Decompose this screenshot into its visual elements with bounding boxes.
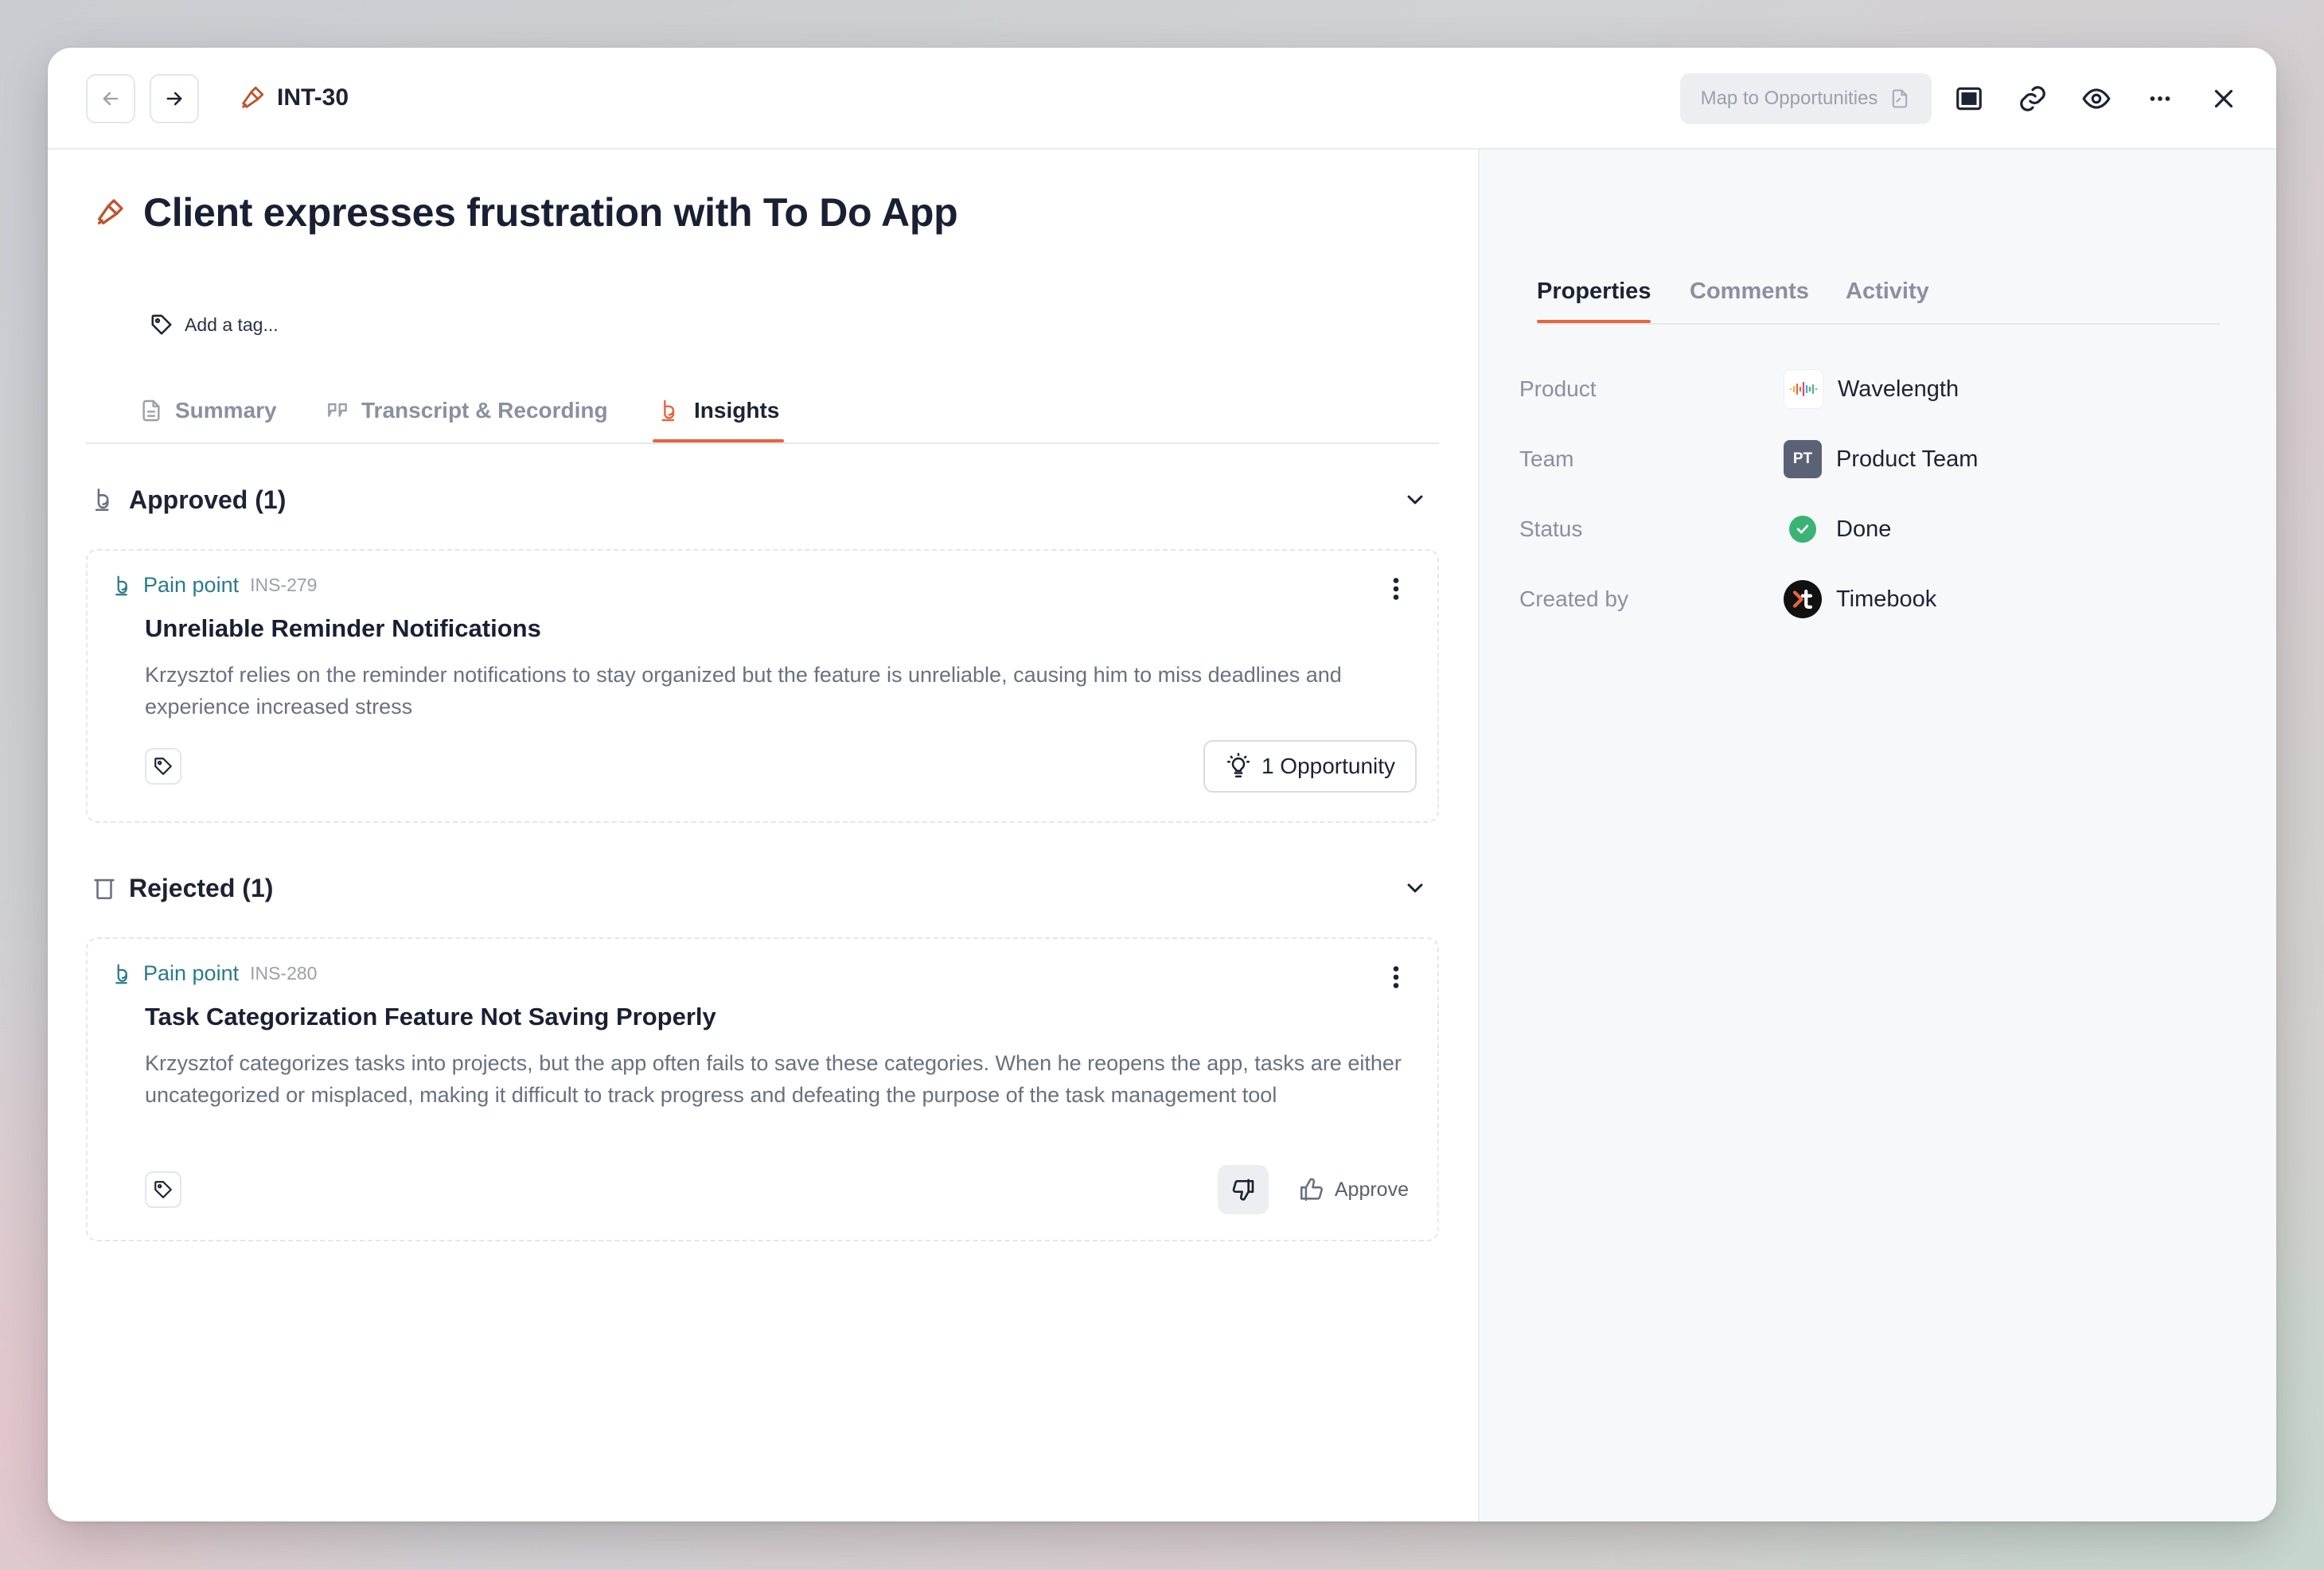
approve-label: Approve xyxy=(1334,1178,1409,1201)
more-vertical-icon[interactable] xyxy=(1386,963,1406,991)
tab-properties-label: Properties xyxy=(1537,278,1651,304)
chevron-down-icon[interactable] xyxy=(1402,875,1428,901)
approved-section-header[interactable]: Approved (1) xyxy=(91,476,1436,524)
insight-description: Krzysztof categorizes tasks into project… xyxy=(145,1051,1402,1107)
insight-type-label: Pain point xyxy=(143,961,240,985)
arrow-left-icon xyxy=(103,92,119,106)
property-value: Done xyxy=(1836,516,1892,542)
approve-button[interactable]: Approve xyxy=(1298,1165,1409,1214)
insight-title: Task Categorization Feature Not Saving P… xyxy=(145,1003,716,1030)
property-label: Status xyxy=(1519,516,1583,541)
add-tag-button[interactable]: Add a tag... xyxy=(150,313,279,337)
panel-icon xyxy=(1956,87,1982,111)
insight-description: Krzysztof relies on the reminder notific… xyxy=(145,663,1342,719)
add-tag-label: Add a tag... xyxy=(185,314,279,335)
copy-link-button[interactable] xyxy=(2012,78,2053,119)
thumbs-up-icon xyxy=(1300,1178,1323,1202)
arrow-right-icon xyxy=(166,92,182,106)
file-export-icon xyxy=(1893,89,1908,108)
map-button-label: Map to Opportunities xyxy=(1700,88,1878,109)
thumbs-down-icon xyxy=(1232,1178,1254,1201)
panel-toggle-button[interactable] xyxy=(1948,78,1990,119)
property-status[interactable]: Status Done xyxy=(1519,509,2236,549)
insight-icon xyxy=(115,575,127,595)
close-button[interactable] xyxy=(2203,78,2244,119)
property-label: Created by xyxy=(1519,586,1628,611)
watch-button[interactable] xyxy=(2076,78,2117,119)
insight-type: Pain point INS-280 xyxy=(111,961,317,986)
tab-comments-label: Comments xyxy=(1690,278,1809,304)
tab-summary-label: Summary xyxy=(175,398,277,423)
insight-id: INS-279 xyxy=(250,575,318,595)
back-button[interactable] xyxy=(86,74,135,123)
insight-id: INS-280 xyxy=(250,963,318,984)
interview-modal: INT-30 Map to Opportunities Client expre… xyxy=(48,48,2276,1521)
properties-sidebar: Properties Comments Activity Product Wav… xyxy=(1478,150,2276,1521)
page-title[interactable]: Client expresses frustration with To Do … xyxy=(143,189,958,236)
rejected-heading: Rejected (1) xyxy=(129,873,274,902)
quote-icon xyxy=(328,403,347,417)
property-product[interactable]: Product Wavelength xyxy=(1519,369,2236,409)
tab-activity[interactable]: Activity xyxy=(1846,261,1929,321)
insight-tag-button[interactable] xyxy=(145,1171,181,1208)
reject-button[interactable] xyxy=(1218,1165,1269,1214)
tab-transcript-label: Transcript & Recording xyxy=(361,398,608,423)
main-panel: Client expresses frustration with To Do … xyxy=(48,150,1478,1521)
insight-card-rejected[interactable]: Pain point INS-280 Task Categorization F… xyxy=(86,937,1439,1241)
property-value: Product Team xyxy=(1836,446,1979,472)
property-label: Team xyxy=(1519,446,1574,471)
check-circle-icon xyxy=(1789,516,1816,543)
more-vertical-icon[interactable] xyxy=(1386,575,1406,603)
tab-insights[interactable]: Insights xyxy=(652,380,785,442)
chevron-down-icon[interactable] xyxy=(1402,487,1428,512)
lightbulb-icon xyxy=(1226,753,1250,778)
modal-header: INT-30 Map to Opportunities xyxy=(48,48,2276,150)
property-created-by[interactable]: Created by Timebook xyxy=(1519,579,2236,619)
title-row: Client expresses frustration with To Do … xyxy=(94,189,958,236)
approved-heading: Approved (1) xyxy=(129,485,287,514)
more-options-button[interactable] xyxy=(2139,78,2181,119)
opportunity-button[interactable]: 1 Opportunity xyxy=(1203,740,1417,793)
tab-activity-label: Activity xyxy=(1846,278,1929,304)
tab-summary[interactable]: Summary xyxy=(138,380,277,441)
sidebar-tabs: Properties Comments Activity xyxy=(1537,261,2220,325)
insight-icon xyxy=(115,964,127,984)
insight-title: Unreliable Reminder Notifications xyxy=(145,614,541,642)
property-team[interactable]: Team PT Product Team xyxy=(1519,439,2236,479)
timebook-logo-icon xyxy=(1784,580,1822,618)
link-icon xyxy=(2020,86,2045,111)
insight-icon xyxy=(661,399,675,422)
breadcrumb[interactable]: INT-30 xyxy=(239,78,349,118)
map-to-opportunities-button[interactable]: Map to Opportunities xyxy=(1680,73,1932,124)
tab-properties[interactable]: Properties xyxy=(1537,261,1651,323)
team-avatar: PT xyxy=(1784,440,1822,478)
tab-insights-label: Insights xyxy=(694,398,780,423)
insight-tag-button[interactable] xyxy=(145,748,181,785)
insight-type-label: Pain point xyxy=(143,573,240,597)
insight-card-approved[interactable]: Pain point INS-279 Unreliable Reminder N… xyxy=(86,549,1439,823)
insight-icon xyxy=(95,488,109,512)
tab-transcript[interactable]: Transcript & Recording xyxy=(325,380,608,441)
more-horizontal-icon xyxy=(2150,96,2170,101)
interview-mic-icon xyxy=(98,199,123,224)
property-value: Timebook xyxy=(1836,586,1937,612)
interview-mic-icon xyxy=(242,86,264,108)
rejected-section-header[interactable]: Rejected (1) xyxy=(91,864,1436,912)
insight-type: Pain point INS-279 xyxy=(111,573,317,598)
eye-icon xyxy=(2082,88,2111,109)
trash-icon xyxy=(94,878,115,900)
property-label: Product xyxy=(1519,376,1597,401)
document-icon xyxy=(142,399,160,422)
close-icon xyxy=(2214,89,2233,108)
tab-comments[interactable]: Comments xyxy=(1690,261,1809,321)
content-tabs: Summary Transcript & Recording Insights xyxy=(86,380,1439,444)
forward-button[interactable] xyxy=(150,74,199,123)
property-value: Wavelength xyxy=(1838,376,1959,402)
tag-icon xyxy=(154,1181,172,1198)
wavelength-logo-icon xyxy=(1784,369,1823,409)
tag-icon xyxy=(151,314,172,335)
opportunity-label: 1 Opportunity xyxy=(1261,754,1396,778)
breadcrumb-id: INT-30 xyxy=(277,84,349,111)
tag-icon xyxy=(154,758,172,775)
